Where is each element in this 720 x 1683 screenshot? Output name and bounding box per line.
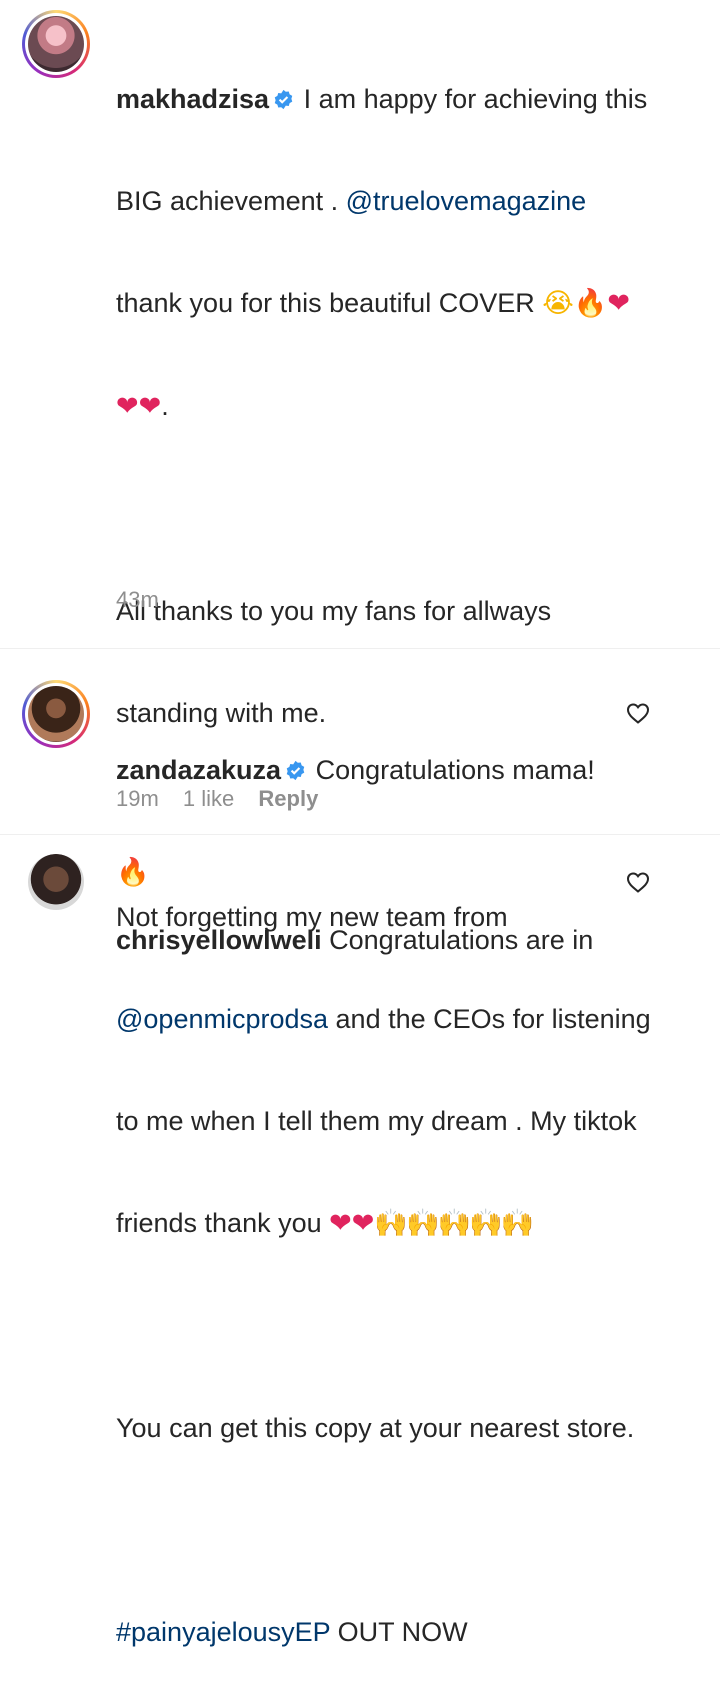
comment-line-1: chrisyellowlweli Congratulations are in [116,923,616,957]
mention-truelovemagazine[interactable]: @truelovemagazine [346,186,587,216]
post-line-12: #painyajelousyEP OUT NOW [116,1615,706,1649]
post-avatar-photo [28,16,84,72]
post-text-1: I am happy for achieving this [303,84,648,114]
comment-body: Congratulations are in [329,925,594,955]
raised-hands-emoji: 🙌🙌🙌🙌🙌 [374,1208,534,1239]
post-line-8: @openmicprodsa and the CEOs for listenin… [116,1002,706,1036]
post-text-12: OUT NOW [330,1617,468,1647]
post-text-2: BIG achievement . [116,186,346,216]
post-text-8: and the CEOs for listening [328,1004,651,1034]
post-text-11: You can get this copy at your nearest st… [116,1413,635,1443]
reply-button[interactable]: Reply [258,786,318,811]
comment-avatar-photo [28,686,84,742]
post-text-9: to me when I tell them my dream . My tik… [116,1106,637,1136]
post-line-9: to me when I tell them my dream . My tik… [116,1104,706,1138]
hashtag-painyajelousyep[interactable]: #painyajelousyEP [116,1617,330,1647]
post-blank [116,1309,706,1343]
comment-line-1: zandazakuza Congratulations mama! [116,753,616,787]
post-blank [116,1513,706,1547]
post-text-10: friends thank you [116,1208,330,1238]
heart-emoji: ❤❤ [329,1208,375,1239]
comment-avatar-inner [25,683,87,745]
post-avatar[interactable] [22,10,90,78]
divider [0,834,720,835]
comment-body: Congratulations mama! [315,755,595,785]
comment-meta: 19m 1 like Reply [116,786,336,812]
post-line-4: ❤❤. [116,391,169,422]
comment-likes[interactable]: 1 like [183,786,234,811]
post-username[interactable]: makhadzisa [116,84,269,114]
post-line-3: thank you for this beautiful COVER 😭🔥❤ [116,286,706,321]
fire-emoji: 🔥 [573,288,608,319]
verified-badge-icon [274,89,293,110]
comment-text: chrisyellowlweli Congratulations are in [116,855,616,991]
post-avatar-inner [25,13,87,75]
divider [0,648,720,649]
comment-username[interactable]: chrisyellowlweli [116,925,322,955]
post-line-5: All thanks to you my fans for allways [116,594,706,628]
crying-emoji: 😭 [542,288,574,319]
post-text-5: All thanks to you my fans for allways [116,596,552,626]
heart-outline-icon[interactable] [626,871,650,893]
post-line-11: You can get this copy at your nearest st… [116,1411,706,1445]
comment-username[interactable]: zandazakuza [116,755,281,785]
comment-avatar[interactable] [22,680,90,748]
heart-emoji: ❤❤ [116,391,162,422]
heart-emoji: ❤ [607,288,631,319]
post-meta: 43m [116,587,177,613]
verified-badge-icon [286,760,305,781]
post-line-10: friends thank you ❤❤🙌🙌🙌🙌🙌 [116,1206,706,1241]
post-blank [116,492,706,526]
heart-outline-icon[interactable] [626,702,650,724]
comment-time: 19m [116,786,159,811]
post-line-1: makhadzisa I am happy for achieving this [116,82,706,116]
post-time: 43m [116,587,159,612]
mention-openmicprodsa[interactable]: @openmicprodsa [116,1004,328,1034]
post-text-3: thank you for this beautiful COVER [116,288,543,318]
post-line-2: BIG achievement . @truelovemagazine [116,184,706,218]
